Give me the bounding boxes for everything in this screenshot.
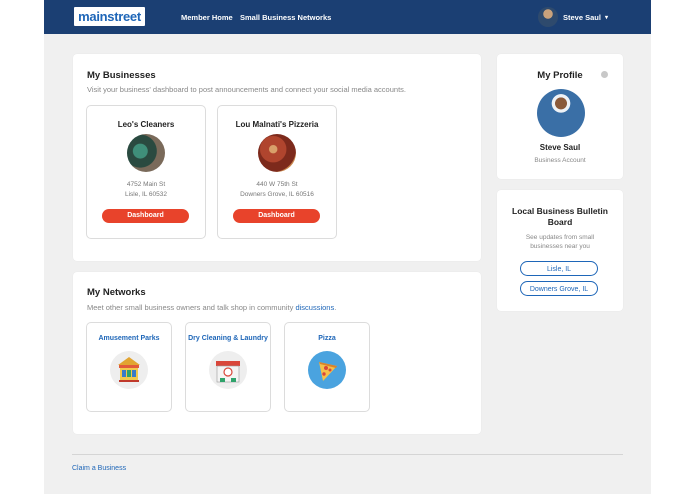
profile-avatar — [537, 89, 585, 137]
my-businesses-title: My Businesses — [87, 70, 156, 81]
my-networks-card: My Networks Meet other small business ow… — [73, 272, 481, 434]
discussions-link[interactable]: discussions — [295, 303, 334, 312]
carousel-icon — [110, 351, 148, 389]
dashboard-button[interactable]: Dashboard — [102, 209, 189, 223]
user-name: Steve Saul — [563, 12, 601, 22]
address-line-2: Lisle, IL 60532 — [124, 191, 168, 198]
network-card-amusement-parks[interactable]: Amusement Parks — [86, 322, 172, 412]
business-photo — [258, 134, 296, 172]
bulletin-board-title: Local Business Bulletin Board — [512, 206, 608, 227]
chevron-down-icon: ▾ — [604, 14, 608, 21]
top-navbar: mainstreet Member Home Small Business Ne… — [44, 0, 651, 34]
address-line-1: 440 W 75th St — [256, 181, 298, 188]
address-line-2: Downers Grove, IL 60516 — [240, 191, 314, 198]
profile-role: Business Account — [534, 157, 586, 164]
my-businesses-card: My Businesses Visit your business' dashb… — [73, 54, 481, 261]
network-name: Amusement Parks — [98, 335, 160, 342]
nav-small-business-networks[interactable]: Small Business Networks — [240, 13, 331, 22]
network-name: Dry Cleaning & Laundry — [188, 335, 268, 342]
subtitle-period: . — [334, 303, 337, 312]
dashboard-button[interactable]: Dashboard — [233, 209, 320, 223]
subtitle-text: Meet other small business owners and tal… — [87, 303, 296, 312]
business-address: 440 W 75th St Downers Grove, IL 60516 — [218, 180, 336, 200]
profile-name: Steve Saul — [539, 143, 581, 152]
my-businesses-subtitle: Visit your business' dashboard to post a… — [87, 85, 406, 94]
gear-icon[interactable] — [601, 71, 608, 78]
business-photo — [127, 134, 165, 172]
user-menu[interactable]: Steve Saul ▾ — [538, 6, 608, 28]
page: mainstreet Member Home Small Business Ne… — [44, 0, 651, 494]
claim-business-link[interactable]: Claim a Business — [72, 465, 126, 472]
my-profile-card: My Profile Steve Saul Business Account — [497, 54, 623, 179]
bulletin-board-subtitle: See updates from small businesses near y… — [525, 234, 595, 250]
location-button-downers-grove[interactable]: Downers Grove, IL — [520, 281, 598, 296]
network-name: Pizza — [318, 335, 336, 342]
network-card-pizza[interactable]: Pizza — [284, 322, 370, 412]
laundry-shop-icon — [209, 351, 247, 389]
nav-member-home[interactable]: Member Home — [181, 13, 233, 22]
location-button-lisle[interactable]: Lisle, IL — [520, 261, 598, 276]
user-avatar — [538, 7, 558, 27]
business-card-lou-malnatis: Lou Malnati's Pizzeria 440 W 75th St Dow… — [217, 105, 337, 239]
pizza-icon — [308, 351, 346, 389]
footer-divider — [72, 454, 623, 455]
my-networks-title: My Networks — [87, 287, 146, 298]
business-name: Leo's Cleaners — [117, 120, 175, 129]
business-card-leos-cleaners: Leo's Cleaners 4752 Main St Lisle, IL 60… — [86, 105, 206, 239]
business-name: Lou Malnati's Pizzeria — [235, 120, 319, 129]
business-address: 4752 Main St Lisle, IL 60532 — [87, 180, 205, 200]
address-line-1: 4752 Main St — [126, 181, 166, 188]
mainstreet-logo[interactable]: mainstreet — [74, 7, 145, 26]
bulletin-board-card: Local Business Bulletin Board See update… — [497, 190, 623, 311]
my-networks-subtitle: Meet other small business owners and tal… — [87, 303, 336, 312]
network-card-dry-cleaning[interactable]: Dry Cleaning & Laundry — [185, 322, 271, 412]
